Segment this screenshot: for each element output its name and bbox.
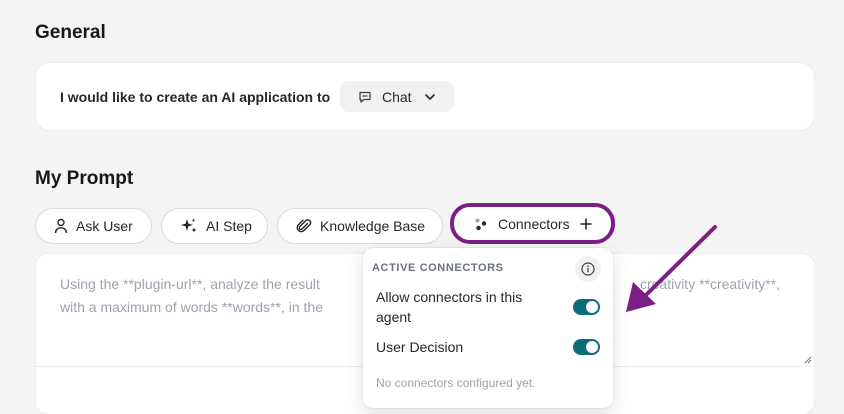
connectors-button[interactable]: Connectors — [450, 203, 615, 244]
my-prompt-title: My Prompt — [35, 168, 134, 189]
chat-bubble-icon — [359, 91, 371, 103]
ai-step-label: AI Step — [206, 218, 252, 234]
ai-step-button[interactable]: AI Step — [161, 208, 268, 244]
general-card: I would like to create an AI application… — [36, 63, 814, 130]
connectors-label: Connectors — [498, 215, 570, 232]
general-section-title: General — [35, 22, 106, 43]
resize-grip-icon[interactable] — [802, 354, 812, 364]
chevron-down-icon — [424, 93, 435, 100]
prompt-text-line1-left: Using the **plugin-url**, analyze the re… — [60, 276, 320, 292]
app-type-value: Chat — [382, 88, 412, 105]
app-type-select[interactable]: Chat — [340, 81, 454, 112]
connectors-dropdown: ACTIVE CONNECTORS Allow connectors in th… — [363, 248, 613, 408]
allow-connectors-label: Allow connectors in this agent — [376, 289, 523, 325]
knowledge-base-label: Knowledge Base — [320, 218, 426, 234]
allow-connectors-toggle[interactable] — [573, 299, 600, 315]
person-icon — [54, 218, 68, 234]
prompt-text-line1-right: creativity **creativity**, — [639, 276, 780, 292]
create-app-label: I would like to create an AI application… — [60, 89, 331, 105]
no-connectors-text: No connectors configured yet. — [376, 376, 536, 390]
knowledge-base-button[interactable]: Knowledge Base — [277, 208, 443, 244]
plus-icon — [579, 217, 592, 230]
sparkle-icon — [181, 218, 197, 233]
ask-user-button[interactable]: Ask User — [35, 208, 152, 244]
user-decision-toggle[interactable] — [573, 339, 600, 355]
prompt-text-line2: with a maximum of words **words**, in th… — [60, 299, 323, 315]
user-decision-label: User Decision — [376, 339, 464, 355]
connectors-icon — [475, 218, 487, 230]
paperclip-icon — [296, 219, 312, 233]
info-button[interactable] — [575, 256, 601, 282]
info-icon — [581, 262, 595, 276]
ask-user-label: Ask User — [76, 218, 133, 234]
active-connectors-header: ACTIVE CONNECTORS — [372, 262, 504, 274]
